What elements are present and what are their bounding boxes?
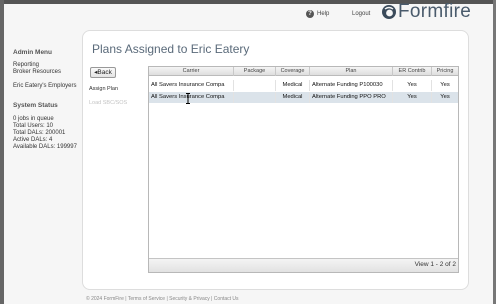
status-jobs-in-queue: 0 jobs in queue <box>13 116 54 122</box>
page-title: Plans Assigned to Eric Eatery <box>92 42 250 56</box>
table-row[interactable]: All Savers Insurance Compa Medical Alter… <box>149 80 458 91</box>
text-cursor-icon <box>186 93 190 104</box>
logout-link[interactable]: Logout <box>352 11 370 17</box>
cell-package <box>234 92 276 103</box>
cell-coverage: Medical <box>276 80 310 91</box>
formfire-logo-text: Formfire <box>398 1 472 22</box>
table-row-selected[interactable]: All Savers Insurance Compa Medical Alter… <box>149 92 458 103</box>
pager-info: View 1 - 2 of 2 <box>414 261 456 268</box>
window-frame-left <box>0 0 4 304</box>
column-header-coverage[interactable]: Coverage <box>276 67 310 76</box>
help-icon[interactable]: ? <box>306 10 314 18</box>
column-header-package[interactable]: Package <box>234 67 276 76</box>
admin-menu-title: Admin Menu <box>13 49 52 56</box>
help-link[interactable]: Help <box>317 11 329 17</box>
cell-pricing: Yes <box>440 94 450 100</box>
column-header-plan[interactable]: Plan <box>310 67 393 76</box>
cell-carrier: All Savers Insurance Compa <box>149 80 234 91</box>
cell-plan: Alternate Funding PPO PRO <box>310 92 393 103</box>
page-footer: © 2024 FormFire | Terms of Service | Sec… <box>86 296 239 302</box>
cell-pricing: Yes <box>440 82 450 88</box>
assign-plan-link[interactable]: Assign Plan <box>89 86 118 92</box>
cell-package <box>234 80 276 91</box>
back-button-label: Back <box>97 69 112 76</box>
cell-er-contrib: Yes <box>393 92 432 103</box>
grid-footer: View 1 - 2 of 2 <box>149 258 458 272</box>
grid-header: Carrier Package Coverage Plan ER Contrib… <box>149 67 458 76</box>
status-available-dals: Available DALs: 199997 <box>13 144 77 150</box>
column-header-carrier[interactable]: Carrier <box>149 67 234 76</box>
status-total-dals: Total DALs: 200001 <box>13 130 66 136</box>
formfire-logo-icon <box>382 5 396 19</box>
back-button[interactable]: ◂Back <box>90 67 116 78</box>
load-sbc-sos-link[interactable]: Load SBC/SOS <box>89 100 127 106</box>
column-header-pricing[interactable]: Pricing <box>432 67 458 76</box>
cell-er-contrib: Yes <box>393 80 432 91</box>
cell-plan: Alternate Funding P100030 <box>310 80 393 91</box>
sidebar-link-employers[interactable]: Eric Eatery's Employers <box>13 83 77 89</box>
plans-grid: Carrier Package Coverage Plan ER Contrib… <box>148 66 459 273</box>
system-status-title: System Status <box>13 102 58 109</box>
status-active-dals: Active DALs: 4 <box>13 137 53 143</box>
sidebar-link-broker-resources[interactable]: Broker Resources <box>13 69 61 75</box>
cell-coverage: Medical <box>276 92 310 103</box>
cell-carrier: All Savers Insurance Compa <box>149 92 234 103</box>
status-total-users: Total Users: 10 <box>13 123 54 129</box>
sidebar-link-reporting[interactable]: Reporting <box>13 62 39 68</box>
column-header-er-contrib[interactable]: ER Contrib <box>393 67 432 76</box>
